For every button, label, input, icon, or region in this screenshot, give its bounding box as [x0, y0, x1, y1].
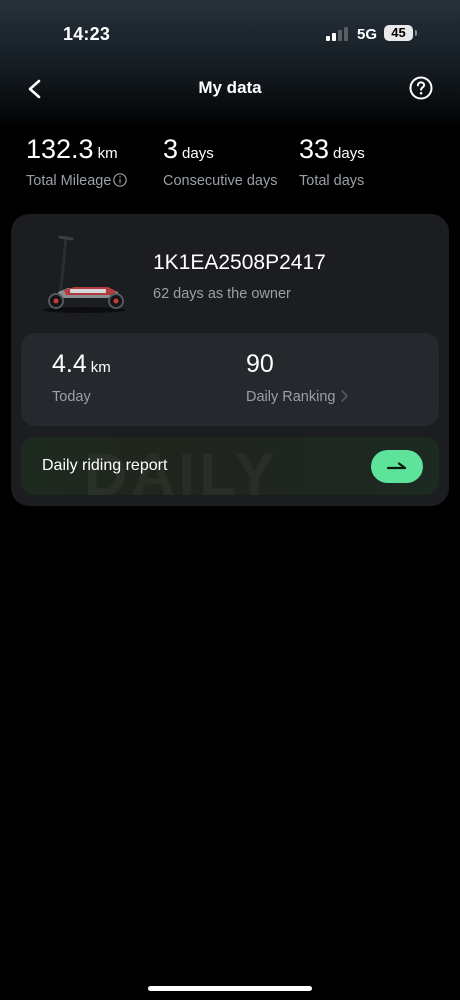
help-button[interactable]: [409, 76, 433, 100]
network-type: 5G: [357, 26, 378, 43]
chevron-right-icon: [339, 389, 349, 403]
stat-label: Consecutive days: [163, 173, 278, 189]
daily-report-label: Daily riding report: [42, 457, 168, 474]
daily-ranking-value[interactable]: 90: [246, 350, 274, 379]
arrow-right-icon: [386, 462, 407, 470]
cellular-signal-icon: [326, 27, 350, 41]
status-time: 14:23: [63, 24, 111, 44]
open-report-button[interactable]: [371, 450, 423, 483]
page-title: My data: [198, 78, 262, 97]
scooter-image: [34, 230, 134, 316]
battery-tip: [415, 30, 417, 36]
today-unit: km: [90, 359, 111, 376]
stat-consecutive-days: 3 days Consecutive days: [163, 134, 277, 189]
status-bar: 14:23 5G 45: [0, 0, 460, 64]
stat-value: 33: [299, 134, 330, 164]
today-distance: 4.4 km: [52, 350, 111, 379]
daily-ranking-label: Daily Ranking: [246, 389, 336, 405]
today-label: Today: [52, 389, 91, 405]
today-value: 4.4: [52, 350, 87, 378]
stat-unit: days: [182, 145, 214, 162]
vehicle-serial: 1K1EA2508P2417: [153, 251, 326, 274]
stat-value: 3: [163, 134, 179, 164]
daily-ranking-link[interactable]: Daily Ranking: [246, 389, 349, 405]
stat-total-mileage: 132.3 km Total Mileage: [26, 134, 128, 189]
stat-unit: days: [333, 145, 365, 162]
daily-stats-panel: [21, 333, 439, 426]
stat-label: Total Mileage: [26, 173, 112, 189]
home-indicator[interactable]: [148, 986, 312, 991]
stat-value: 132.3: [26, 134, 94, 164]
info-icon[interactable]: [113, 173, 128, 187]
question-circle-icon: [409, 76, 433, 100]
stat-label: Total days: [299, 173, 365, 189]
ownership-duration: 62 days as the owner: [153, 286, 291, 302]
stat-total-days: 33 days Total days: [299, 134, 365, 189]
stat-unit: km: [97, 145, 118, 162]
battery-icon: 45: [384, 25, 413, 41]
